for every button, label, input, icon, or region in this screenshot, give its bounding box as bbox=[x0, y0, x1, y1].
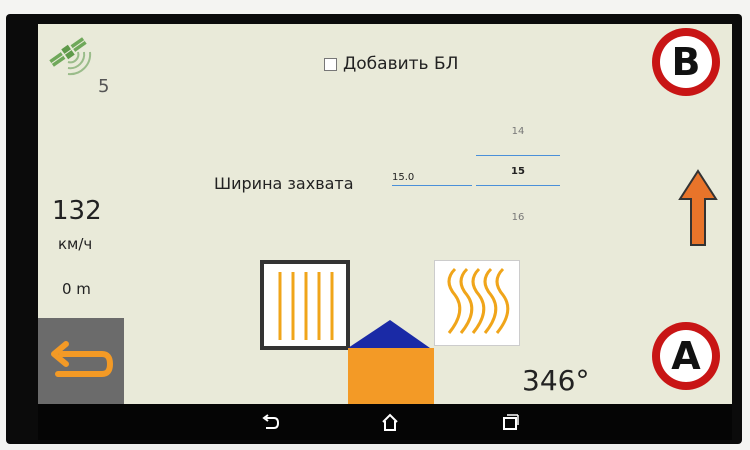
satellite-icon bbox=[44, 30, 100, 78]
direction-arrow-icon bbox=[678, 169, 718, 247]
curved-pattern-button[interactable] bbox=[434, 260, 520, 346]
curved-lines-icon bbox=[447, 267, 510, 334]
a-point-button[interactable]: A bbox=[652, 322, 720, 390]
back-icon[interactable] bbox=[258, 410, 282, 434]
status-bar bbox=[40, 14, 730, 24]
recents-icon[interactable] bbox=[498, 410, 522, 434]
width-input[interactable]: 15.0 bbox=[392, 172, 472, 186]
straight-lines-icon bbox=[278, 272, 334, 340]
a-button-label: A bbox=[660, 330, 712, 382]
straight-pattern-button[interactable] bbox=[260, 260, 350, 350]
distance-value: 0 m bbox=[62, 280, 91, 298]
speed-unit: км/ч bbox=[58, 235, 93, 253]
tractor-icon bbox=[344, 318, 436, 404]
add-bl-label: Добавить БЛ bbox=[343, 54, 459, 74]
width-picker[interactable]: 14 15 16 bbox=[476, 126, 560, 223]
picker-value-selected[interactable]: 15 bbox=[476, 166, 560, 177]
back-button[interactable] bbox=[38, 318, 124, 404]
home-icon[interactable] bbox=[378, 410, 402, 434]
add-bl-checkbox[interactable]: Добавить БЛ bbox=[324, 54, 458, 74]
heading-value: 346° bbox=[522, 364, 590, 397]
b-button-label: B bbox=[660, 36, 712, 88]
satellite-count: 5 bbox=[98, 76, 110, 97]
speed-value: 132 bbox=[52, 196, 102, 226]
system-nav-bar bbox=[38, 404, 732, 440]
app-screen: 5 Добавить БЛ Ширина захвата 15.0 14 15 … bbox=[38, 24, 732, 404]
return-arrow-icon bbox=[51, 341, 114, 377]
picker-value-above[interactable]: 14 bbox=[476, 126, 560, 137]
picker-value-below[interactable]: 16 bbox=[476, 212, 560, 223]
b-point-button[interactable]: B bbox=[652, 28, 720, 96]
width-label: Ширина захвата bbox=[214, 174, 354, 193]
checkbox-box[interactable] bbox=[324, 57, 337, 71]
